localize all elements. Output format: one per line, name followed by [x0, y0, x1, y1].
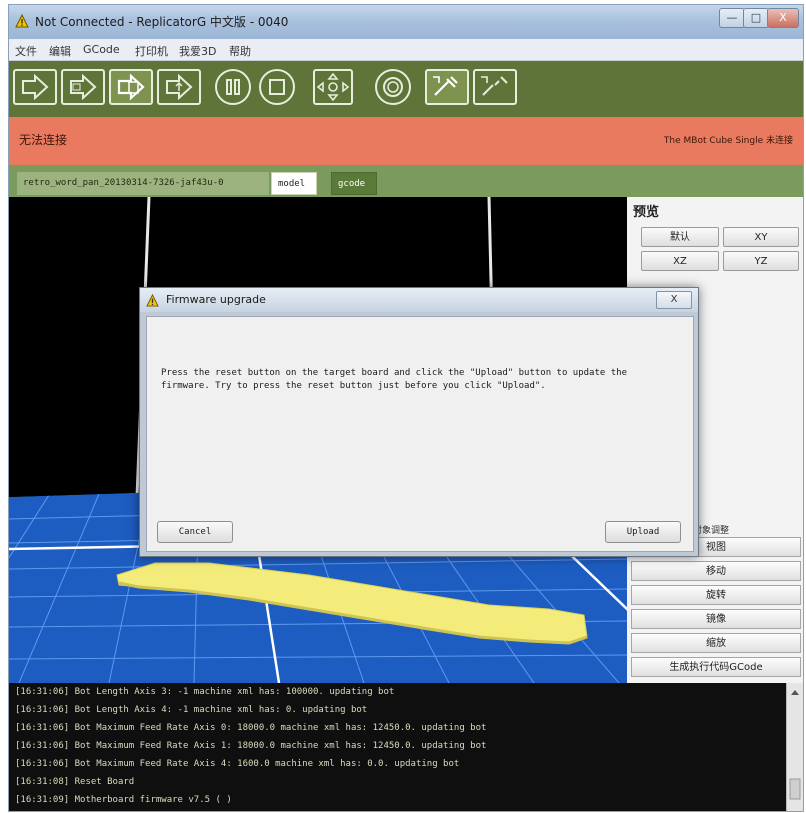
console-log: [16:31:06] Bot Length Axis 3: -1 machine… [9, 683, 803, 811]
action-mirror-button[interactable]: 镜像 [631, 609, 801, 629]
cancel-button[interactable]: Cancel [157, 521, 233, 543]
menu-machine[interactable]: 打印机 [135, 43, 168, 59]
action-scale-button[interactable]: 缩放 [631, 633, 801, 653]
machine-status: The MBot Cube Single 未连接 [663, 136, 793, 146]
window-title: Not Connected - ReplicatorG 中文版 - 0040 [35, 15, 289, 29]
dialog-title-bar: Firmware upgrade X [140, 288, 698, 312]
close-button[interactable]: X [767, 8, 799, 28]
menu-bar: 文件 编辑 GCode 打印机 我爱3D 帮助 [9, 39, 803, 61]
console-line: [16:31:06] Bot Length Axis 3: -1 machine… [15, 687, 395, 697]
menu-edit[interactable]: 编辑 [49, 43, 71, 59]
action-rotate-button[interactable]: 旋转 [631, 585, 801, 605]
firmware-upgrade-dialog: Firmware upgrade X Press the reset butto… [139, 287, 699, 557]
generate-gcode-button[interactable]: 生成执行代码GCode [631, 657, 801, 677]
dialog-close-button[interactable]: X [656, 291, 692, 309]
disconnect-icon[interactable] [473, 69, 517, 105]
dialog-body: Press the reset button on the target boa… [146, 316, 694, 552]
build-to-file-icon[interactable] [109, 69, 153, 105]
maximize-button[interactable]: □ [743, 8, 769, 28]
scroll-arrows-icon [789, 690, 801, 800]
view-default-button[interactable]: 默认 [641, 227, 719, 247]
build-icon[interactable] [61, 69, 105, 105]
warning-icon [146, 294, 159, 307]
menu-woai3d[interactable]: 我爱3D [179, 43, 216, 59]
toolbar [9, 61, 803, 117]
warning-app-icon [15, 14, 29, 28]
status-strip: 无法连接 The MBot Cube Single 未连接 [9, 117, 803, 165]
menu-help[interactable]: 帮助 [229, 43, 251, 59]
console-line: [16:31:09] Motherboard firmware v7.5 ( ) [15, 795, 232, 805]
upload-button[interactable]: Upload [605, 521, 681, 543]
view-yz-button[interactable]: YZ [723, 251, 799, 271]
tab-bar: retro_word_pan_20130314-7326-jaf43u-0 mo… [9, 165, 803, 197]
console-line: [16:31:08] Reset Board [15, 777, 135, 787]
control-panel-icon[interactable] [313, 69, 353, 105]
console-line: [16:31:06] Bot Maximum Feed Rate Axis 4:… [15, 759, 460, 769]
view-xy-button[interactable]: XY [723, 227, 799, 247]
connect-icon[interactable] [425, 69, 469, 105]
stop-icon[interactable] [259, 69, 295, 105]
upload-icon[interactable] [157, 69, 201, 105]
minimize-button[interactable]: — [719, 8, 745, 28]
connection-status: 无法连接 [19, 133, 68, 147]
action-move-button[interactable]: 移动 [631, 561, 801, 581]
title-bar: Not Connected - ReplicatorG 中文版 - 0040 —… [9, 5, 803, 39]
console-line: [16:31:06] Bot Maximum Feed Rate Axis 1:… [15, 741, 487, 751]
preview-heading: 预览 [633, 205, 660, 220]
tab-model[interactable]: model [271, 172, 317, 195]
console-scrollbar[interactable] [786, 683, 803, 811]
dialog-message: Press the reset button on the target boa… [161, 368, 627, 391]
pause-icon[interactable] [215, 69, 251, 105]
view-xz-button[interactable]: XZ [641, 251, 719, 271]
reset-icon[interactable] [375, 69, 411, 105]
console-line: [16:31:06] Bot Maximum Feed Rate Axis 0:… [15, 723, 487, 733]
tab-file-name[interactable]: retro_word_pan_20130314-7326-jaf43u-0 [17, 172, 269, 195]
console-line: [16:31:06] Bot Length Axis 4: -1 machine… [15, 705, 368, 715]
app-window: Not Connected - ReplicatorG 中文版 - 0040 —… [8, 4, 804, 812]
menu-gcode[interactable]: GCode [83, 43, 120, 56]
dialog-title: Firmware upgrade [166, 293, 266, 306]
menu-file[interactable]: 文件 [15, 43, 37, 59]
tab-gcode[interactable]: gcode [331, 172, 377, 195]
simulate-icon[interactable] [13, 69, 57, 105]
